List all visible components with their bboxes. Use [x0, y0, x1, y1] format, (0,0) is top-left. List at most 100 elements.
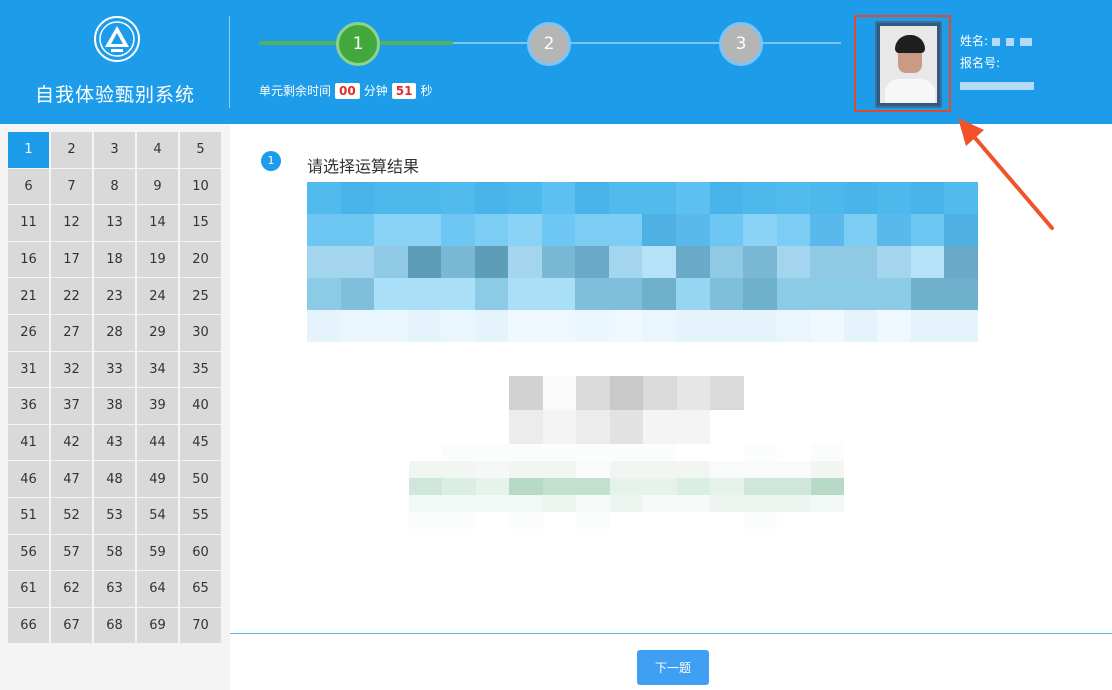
- question-nav-item[interactable]: 67: [51, 607, 92, 644]
- question-nav-item[interactable]: 18: [94, 241, 135, 278]
- question-nav-item[interactable]: 20: [180, 241, 221, 278]
- candidate-info: 姓名: 报名号:: [960, 30, 1034, 96]
- question-nav-item[interactable]: 49: [137, 461, 178, 497]
- question-nav-item[interactable]: 58: [94, 534, 135, 571]
- question-nav-item[interactable]: 62: [51, 571, 92, 607]
- question-nav-item[interactable]: 69: [137, 607, 178, 644]
- question-nav-item[interactable]: 57: [51, 534, 92, 571]
- question-nav-item[interactable]: 24: [137, 278, 178, 314]
- timer-minutes-unit: 分钟: [363, 84, 388, 98]
- question-image-obscured: [307, 182, 978, 342]
- question-nav-item[interactable]: 23: [94, 278, 135, 314]
- countdown-timer: 单元剩余时间 00 分钟 51 秒: [259, 82, 432, 99]
- question-nav-item[interactable]: 40: [180, 388, 221, 424]
- candidate-name-label: 姓名:: [960, 34, 989, 48]
- next-question-button[interactable]: 下一题: [637, 650, 709, 685]
- question-nav-item[interactable]: 9: [137, 168, 178, 205]
- timer-minutes: 00: [335, 82, 360, 99]
- question-nav-item[interactable]: 68: [94, 607, 135, 644]
- candidate-photo: [875, 21, 942, 108]
- question-grid: 1 2 3 4 5 6 7 8 9 10 11 12 13 14 15 16 17 18 19 20 21 22 23 24 2…: [8, 132, 221, 644]
- question-nav-item[interactable]: 33: [94, 351, 135, 388]
- question-nav-item[interactable]: 55: [180, 497, 221, 534]
- question-nav-item[interactable]: 34: [137, 351, 178, 388]
- question-nav-item[interactable]: 26: [8, 314, 49, 351]
- question-nav-item[interactable]: 45: [180, 424, 221, 461]
- question-nav-item[interactable]: 5: [180, 132, 221, 168]
- question-number-badge: 1: [261, 151, 281, 171]
- question-nav-item[interactable]: 28: [94, 314, 135, 351]
- question-nav-item[interactable]: 47: [51, 461, 92, 497]
- question-nav-item[interactable]: 6: [8, 168, 49, 205]
- question-nav-item[interactable]: 51: [8, 497, 49, 534]
- question-nav-item[interactable]: 65: [180, 571, 221, 607]
- question-nav-item[interactable]: 30: [180, 314, 221, 351]
- step-2: 2: [527, 22, 571, 66]
- question-nav-item[interactable]: 32: [51, 351, 92, 388]
- question-nav-item[interactable]: 53: [94, 497, 135, 534]
- question-nav-item[interactable]: 7: [51, 168, 92, 205]
- question-nav-item[interactable]: 16: [8, 241, 49, 278]
- candidate-id-label: 报名号:: [960, 56, 1001, 70]
- timer-seconds-unit: 秒: [420, 84, 433, 98]
- question-nav-item[interactable]: 21: [8, 278, 49, 314]
- candidate-name-redacted: [991, 37, 1000, 46]
- question-nav-item[interactable]: 11: [8, 205, 49, 241]
- question-nav-item[interactable]: 1: [8, 132, 49, 168]
- question-nav-item[interactable]: 3: [94, 132, 135, 168]
- question-prompt: 请选择运算结果: [307, 157, 420, 176]
- candidate-id-row: [960, 74, 1034, 96]
- question-nav-item[interactable]: 36: [8, 388, 49, 424]
- question-nav-item[interactable]: 15: [180, 205, 221, 241]
- question-nav-item[interactable]: 60: [180, 534, 221, 571]
- question-nav-item[interactable]: 66: [8, 607, 49, 644]
- question-nav-item[interactable]: 10: [180, 168, 221, 205]
- question-nav-item[interactable]: 42: [51, 424, 92, 461]
- question-nav-item[interactable]: 46: [8, 461, 49, 497]
- question-navigator: 1 2 3 4 5 6 7 8 9 10 11 12 13 14 15 16 17 18 19 20 21 22 23 24 2…: [0, 124, 230, 690]
- question-nav-item[interactable]: 12: [51, 205, 92, 241]
- app-title: 自我体验甄别系统: [34, 84, 195, 106]
- question-nav-item[interactable]: 64: [137, 571, 178, 607]
- question-nav-item[interactable]: 29: [137, 314, 178, 351]
- question-nav-item[interactable]: 56: [8, 534, 49, 571]
- question-nav-item[interactable]: 27: [51, 314, 92, 351]
- question-nav-item[interactable]: 4: [137, 132, 178, 168]
- answer-options-obscured: [509, 376, 744, 444]
- question-nav-item[interactable]: 41: [8, 424, 49, 461]
- question-nav-item[interactable]: 44: [137, 424, 178, 461]
- question-nav-item[interactable]: 43: [94, 424, 135, 461]
- question-nav-item[interactable]: 31: [8, 351, 49, 388]
- question-nav-item[interactable]: 70: [180, 607, 221, 644]
- question-nav-item[interactable]: 50: [180, 461, 221, 497]
- candidate-id-redacted: [960, 81, 1034, 90]
- candidate-photo-highlight: [854, 15, 951, 112]
- logo-icon: [94, 16, 140, 62]
- question-nav-item[interactable]: 14: [137, 205, 178, 241]
- question-nav-item[interactable]: 52: [51, 497, 92, 534]
- question-nav-item[interactable]: 37: [51, 388, 92, 424]
- question-nav-item[interactable]: 19: [137, 241, 178, 278]
- answer-choices-obscured: [409, 444, 844, 529]
- header-divider: [229, 16, 230, 108]
- brand: 自我体验甄别系统: [0, 0, 230, 124]
- question-nav-item[interactable]: 22: [51, 278, 92, 314]
- question-nav-item[interactable]: 17: [51, 241, 92, 278]
- question-nav-item[interactable]: 63: [94, 571, 135, 607]
- footer-divider: [230, 633, 1112, 634]
- app-header: 自我体验甄别系统 1 2 3 单元剩余时间 00 分钟 51 秒 姓名: 报名号…: [0, 0, 1112, 124]
- question-nav-item[interactable]: 39: [137, 388, 178, 424]
- question-nav-item[interactable]: 2: [51, 132, 92, 168]
- annotation-arrow-icon: [958, 118, 1054, 230]
- question-nav-item[interactable]: 59: [137, 534, 178, 571]
- step-1: 1: [336, 22, 380, 66]
- question-nav-item[interactable]: 35: [180, 351, 221, 388]
- question-nav-item[interactable]: 61: [8, 571, 49, 607]
- question-nav-item[interactable]: 8: [94, 168, 135, 205]
- question-nav-item[interactable]: 54: [137, 497, 178, 534]
- timer-label: 单元剩余时间: [259, 84, 332, 98]
- question-nav-item[interactable]: 38: [94, 388, 135, 424]
- question-nav-item[interactable]: 25: [180, 278, 221, 314]
- question-nav-item[interactable]: 13: [94, 205, 135, 241]
- question-nav-item[interactable]: 48: [94, 461, 135, 497]
